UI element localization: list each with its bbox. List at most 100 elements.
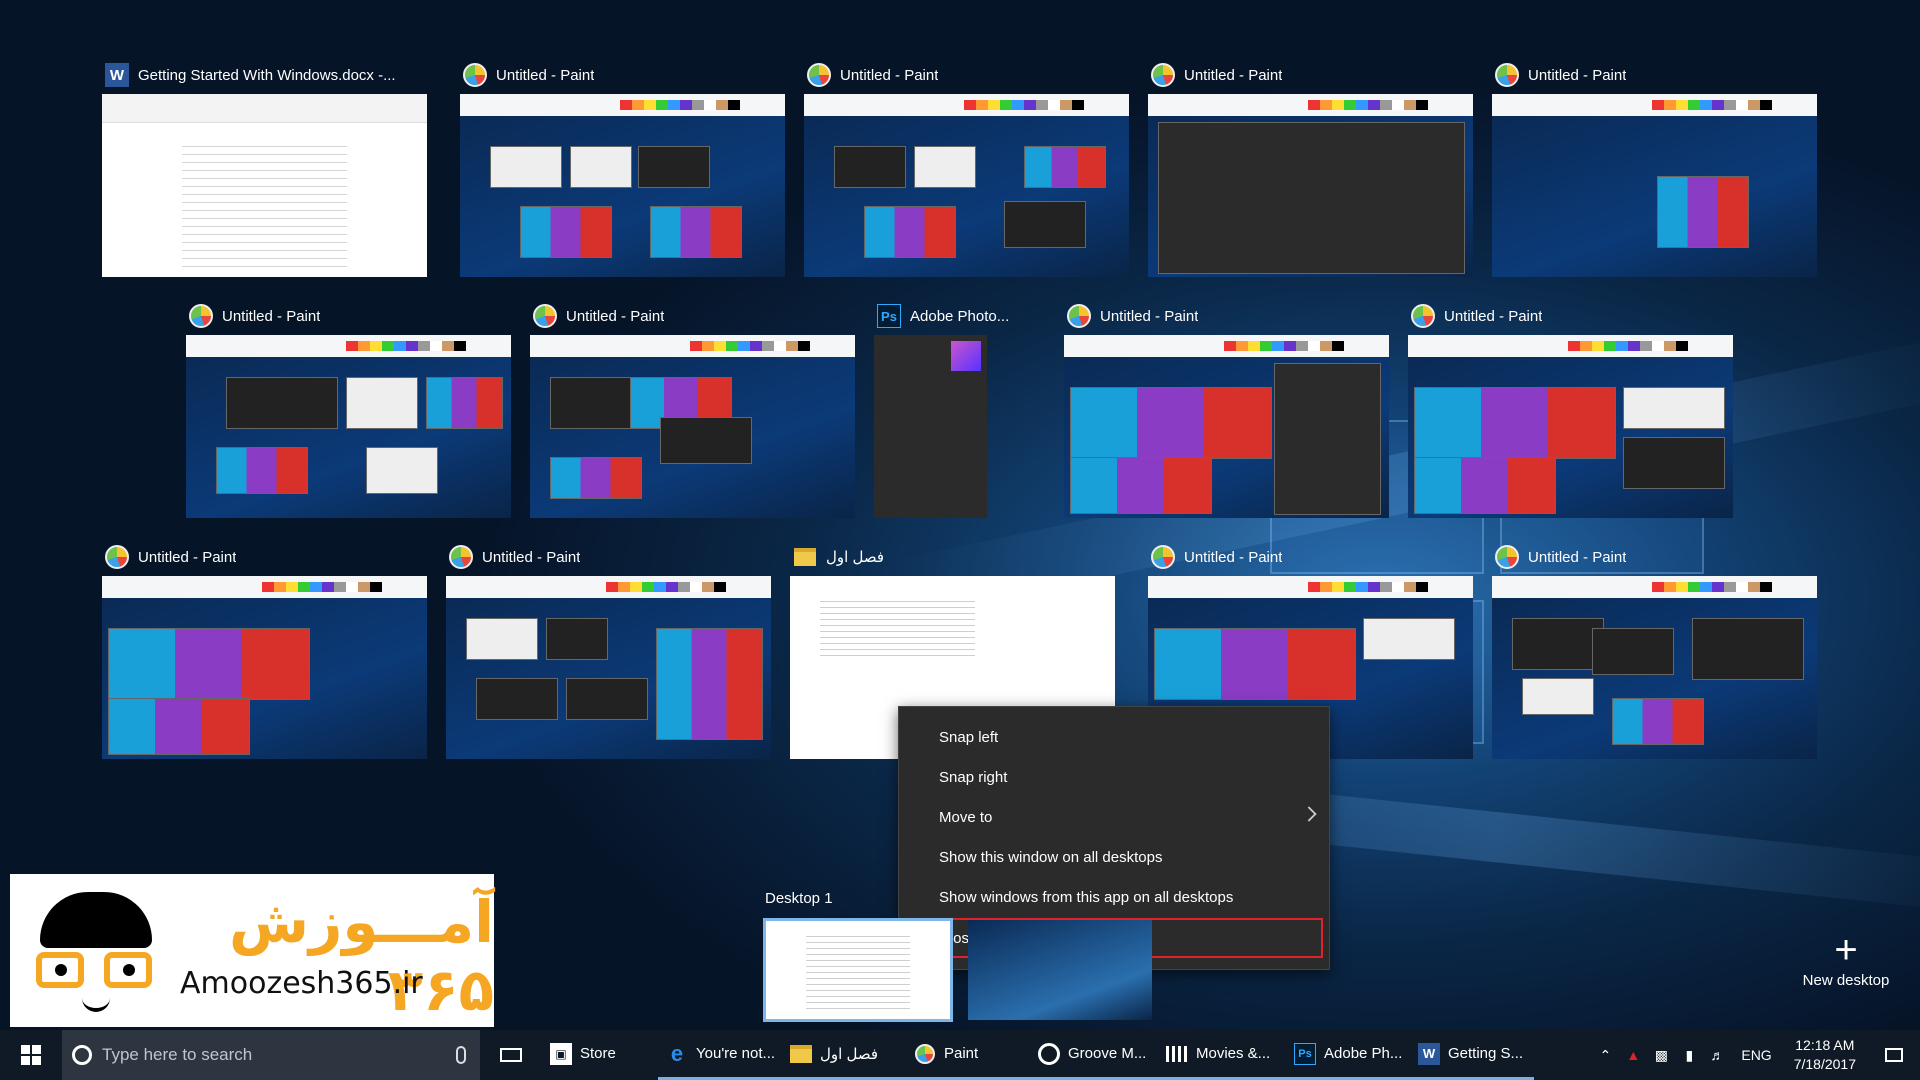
window-tile[interactable]: Untitled - Paint xyxy=(460,62,785,277)
photoshop-icon: Ps xyxy=(1294,1042,1316,1065)
paint-icon xyxy=(188,303,214,329)
plus-icon: + xyxy=(1834,928,1858,972)
window-title: Untitled - Paint xyxy=(496,66,595,84)
taskbar-app-edge[interactable]: e You're not... xyxy=(658,1030,782,1080)
window-title: Untitled - Paint xyxy=(840,66,939,84)
paint-icon xyxy=(532,303,558,329)
antivirus-icon[interactable]: ▲ xyxy=(1619,1030,1647,1080)
taskbar-app-label: فصل اول xyxy=(820,1045,879,1063)
window-thumbnail[interactable] xyxy=(874,335,987,518)
notification-icon xyxy=(1885,1048,1903,1062)
microphone-icon[interactable] xyxy=(456,1046,466,1064)
watermark-site-text: Amoozesh365.ir xyxy=(180,966,423,1001)
menu-item-show-window-all-desktops[interactable]: Show this window on all desktops xyxy=(899,837,1329,877)
window-tile[interactable]: Untitled - Paint xyxy=(530,303,855,518)
new-desktop-button[interactable]: + New desktop xyxy=(1796,930,1896,989)
window-thumbnail[interactable] xyxy=(186,335,511,518)
watermark-logo: آمـــوزش ۳۶۵ Amoozesh365.ir xyxy=(10,874,494,1027)
window-thumbnail[interactable] xyxy=(804,94,1129,277)
window-tile[interactable]: Untitled - Paint xyxy=(186,303,511,518)
taskbar-app-store[interactable]: ▣ Store xyxy=(542,1030,658,1080)
taskbar-app-explorer[interactable]: فصل اول xyxy=(782,1030,906,1080)
power-icon[interactable]: ▮ xyxy=(1675,1030,1703,1080)
taskbar-app-label: Groove M... xyxy=(1068,1045,1147,1062)
window-tile[interactable]: Untitled - Paint xyxy=(446,544,771,759)
taskbar-app-label: Getting S... xyxy=(1448,1045,1524,1062)
paint-icon xyxy=(104,544,130,570)
paint-icon xyxy=(1494,544,1520,570)
system-tray: ⌃ ▲ ▩ ▮ ♬ ENG 12:18 AM 7/18/2017 xyxy=(1591,1030,1920,1080)
window-thumbnail[interactable] xyxy=(460,94,785,277)
start-button[interactable] xyxy=(0,1030,62,1080)
window-thumbnail[interactable] xyxy=(1064,335,1389,518)
menu-item-label: Move to xyxy=(939,808,993,826)
window-title: Adobe Photo... xyxy=(910,307,1010,325)
menu-item-show-app-all-desktops[interactable]: Show windows from this app on all deskto… xyxy=(899,877,1329,917)
network-icon[interactable]: ▩ xyxy=(1647,1030,1675,1080)
taskbar-app-label: Store xyxy=(580,1045,616,1062)
window-tile[interactable]: Untitled - Paint xyxy=(1148,62,1473,277)
folder-icon xyxy=(792,544,818,570)
paint-icon xyxy=(1494,62,1520,88)
word-icon: W xyxy=(1418,1042,1440,1065)
window-thumbnail[interactable] xyxy=(530,335,855,518)
task-view-button[interactable] xyxy=(480,1030,542,1080)
window-thumbnail[interactable] xyxy=(1492,94,1817,277)
window-tile[interactable]: Untitled - Paint xyxy=(804,62,1129,277)
task-view-icon xyxy=(500,1048,522,1062)
clock-time: 12:18 AM xyxy=(1795,1037,1855,1053)
window-thumbnail[interactable] xyxy=(1492,576,1817,759)
taskbar-app-label: You're not... xyxy=(696,1045,776,1062)
movies-icon xyxy=(1166,1045,1188,1062)
taskbar-app-paint[interactable]: Paint xyxy=(906,1030,1030,1080)
window-thumbnail[interactable] xyxy=(1148,94,1473,277)
chevron-up-icon[interactable]: ⌃ xyxy=(1591,1030,1619,1080)
paint-icon xyxy=(914,1043,936,1065)
menu-item-snap-left[interactable]: Snap left xyxy=(899,717,1329,757)
menu-item-move-to[interactable]: Move to xyxy=(899,797,1329,837)
window-title: Untitled - Paint xyxy=(1184,66,1283,84)
window-title: Untitled - Paint xyxy=(138,548,237,566)
mascot-icon xyxy=(32,892,164,1012)
photoshop-icon: Ps xyxy=(876,303,902,329)
taskbar-app-movies[interactable]: Movies &... xyxy=(1158,1030,1286,1080)
window-tile[interactable]: W Getting Started With Windows.docx -... xyxy=(102,62,427,277)
groove-icon xyxy=(1038,1042,1060,1065)
taskbar-app-groove[interactable]: Groove M... xyxy=(1030,1030,1158,1080)
watermark-arabic-text: آمـــوزش ۳۶۵ xyxy=(228,888,494,1024)
window-thumbnail[interactable] xyxy=(102,94,427,277)
clock[interactable]: 12:18 AM 7/18/2017 xyxy=(1782,1036,1868,1074)
paint-icon xyxy=(1150,62,1176,88)
paint-icon xyxy=(462,62,488,88)
window-title: Untitled - Paint xyxy=(1444,307,1543,325)
window-tile[interactable]: Untitled - Paint xyxy=(1408,303,1733,518)
window-tile[interactable]: Untitled - Paint xyxy=(1064,303,1389,518)
paint-icon xyxy=(1410,303,1436,329)
paint-icon xyxy=(806,62,832,88)
folder-icon xyxy=(790,1043,812,1065)
taskbar-app-photoshop[interactable]: Ps Adobe Ph... xyxy=(1286,1030,1410,1080)
chevron-right-icon xyxy=(1301,806,1317,822)
language-indicator[interactable]: ENG xyxy=(1731,1047,1781,1063)
window-tile[interactable]: Untitled - Paint xyxy=(1492,62,1817,277)
store-icon: ▣ xyxy=(550,1042,572,1065)
search-box[interactable]: Type here to search xyxy=(62,1030,480,1080)
window-tile[interactable]: Untitled - Paint xyxy=(1492,544,1817,759)
word-icon: W xyxy=(104,62,130,88)
clock-date: 7/18/2017 xyxy=(1793,1056,1856,1072)
window-tile[interactable]: Untitled - Paint xyxy=(102,544,427,759)
desktop-1-thumbnail[interactable] xyxy=(763,918,953,1022)
volume-icon[interactable]: ♬ xyxy=(1703,1030,1731,1080)
taskbar-app-word[interactable]: W Getting S... xyxy=(1410,1030,1534,1080)
cortana-icon xyxy=(72,1045,92,1065)
paint-icon xyxy=(1150,544,1176,570)
menu-item-snap-right[interactable]: Snap right xyxy=(899,757,1329,797)
window-title: Untitled - Paint xyxy=(566,307,665,325)
window-title: فصل اول xyxy=(826,549,885,566)
paint-icon xyxy=(448,544,474,570)
new-desktop-label: New desktop xyxy=(1802,972,1890,989)
window-thumbnail[interactable] xyxy=(102,576,427,759)
window-thumbnail[interactable] xyxy=(446,576,771,759)
window-thumbnail[interactable] xyxy=(1408,335,1733,518)
action-center-button[interactable] xyxy=(1868,1030,1920,1080)
